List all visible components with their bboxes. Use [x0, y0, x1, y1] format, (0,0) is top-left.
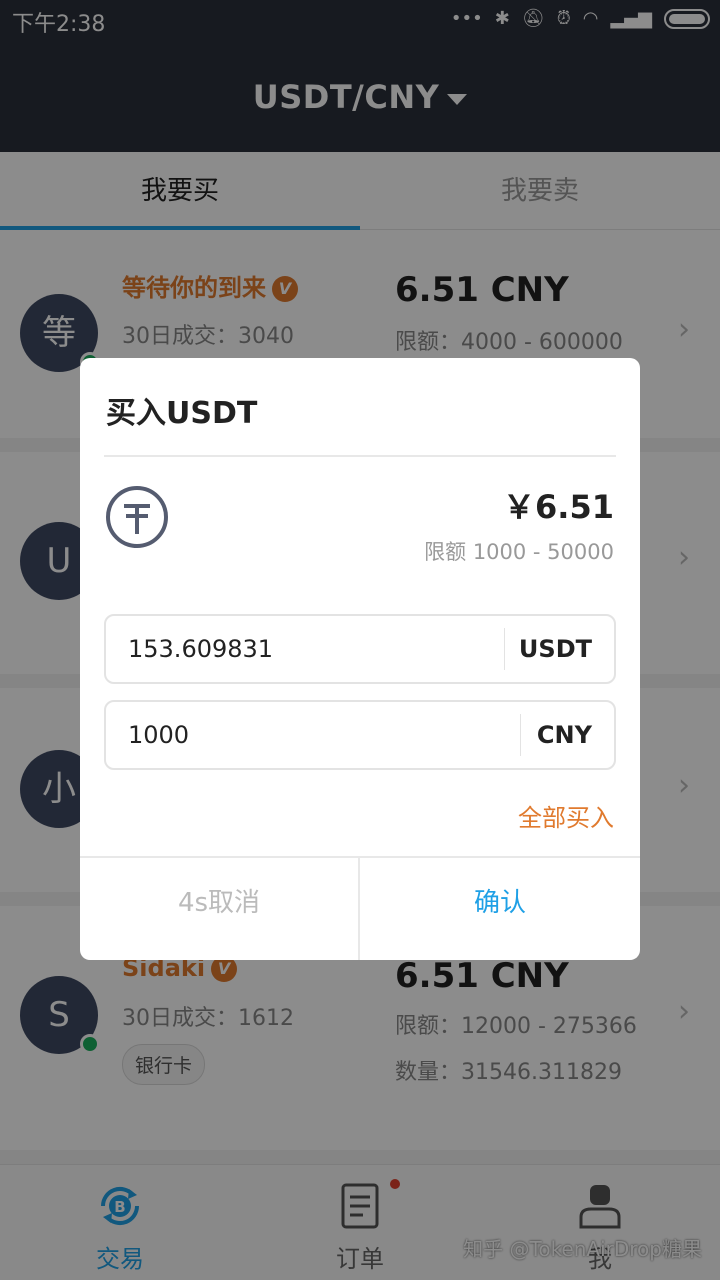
dialog-title: 买入USDT	[106, 396, 258, 431]
cancel-button[interactable]: 4s取消	[80, 858, 360, 960]
cny-amount-value[interactable]: 1000	[128, 702, 189, 768]
cny-unit-label: CNY	[536, 721, 592, 749]
buy-all-link[interactable]: 全部买入	[518, 798, 614, 833]
confirm-button[interactable]: 确认	[360, 858, 640, 960]
buy-dialog: 买入USDT ￥6.51 限额 1000 - 50000 153.609831 …	[80, 358, 640, 960]
dialog-limit: 限额 1000 - 50000	[424, 540, 614, 564]
tether-icon	[106, 486, 168, 548]
field-separator	[504, 628, 505, 670]
field-separator	[520, 714, 521, 756]
usdt-amount-value[interactable]: 153.609831	[128, 616, 273, 682]
dialog-footer: 4s取消 确认	[80, 856, 640, 960]
cny-amount-field[interactable]: 1000 CNY	[104, 700, 616, 770]
dialog-price: ￥6.51	[503, 488, 614, 526]
divider	[104, 455, 616, 457]
usdt-unit-label: USDT	[518, 635, 592, 663]
usdt-amount-field[interactable]: 153.609831 USDT	[104, 614, 616, 684]
